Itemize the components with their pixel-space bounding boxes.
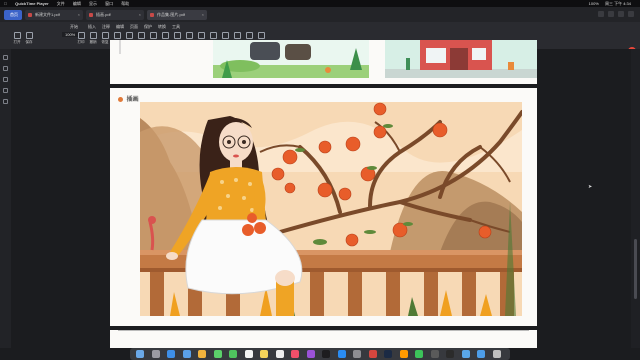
menu-item-view[interactable]: 显示 <box>89 0 97 7</box>
tv-icon[interactable] <box>322 350 330 358</box>
document-page <box>110 330 537 348</box>
ribbon-tabs: 开始 插入 注释 编辑 页面 保护 转换 工具 <box>0 22 640 31</box>
reminders-icon[interactable] <box>275 350 284 358</box>
tool-button[interactable]: 保存 <box>18 31 40 48</box>
pdf-icon <box>89 13 93 17</box>
cartoon-garden-image <box>213 40 369 78</box>
system-menubar:  QuickTime Player 文件 编辑 显示 窗口 帮助 100% 周… <box>0 0 640 7</box>
app-store-icon[interactable] <box>337 350 346 358</box>
menu-item-help[interactable]: 帮助 <box>121 0 129 7</box>
podcasts-icon[interactable] <box>306 350 315 358</box>
attachment-icon[interactable] <box>3 99 8 104</box>
tool-icon <box>257 32 265 39</box>
bullet-icon <box>118 96 123 102</box>
pdf-icon <box>150 13 154 17</box>
document-page: 插画 <box>110 88 537 326</box>
folder-icon[interactable] <box>461 350 470 358</box>
ribbon-tab-tools[interactable]: 工具 <box>172 22 180 31</box>
ribbon-tab-home[interactable]: 开始 <box>70 22 78 31</box>
tab-document-3[interactable]: 作品集-图片.pdf × <box>147 10 207 20</box>
document-page <box>110 40 537 84</box>
bookmark-icon[interactable] <box>3 66 8 71</box>
downloads-icon[interactable] <box>477 350 485 358</box>
tab-document-1[interactable]: 新建文件1.pdf × <box>25 10 83 20</box>
pdf-reader-icon[interactable] <box>368 350 377 358</box>
minimize-icon[interactable] <box>618 11 624 17</box>
tool-icon <box>25 32 33 39</box>
scrollbar-thumb[interactable] <box>634 239 637 299</box>
girl-persimmon-illustration <box>140 102 522 316</box>
launchpad-icon[interactable] <box>151 350 160 358</box>
document-tab-bar: 首页 新建文件1.pdf × 插画.pdf × 作品集-图片.pdf × <box>0 7 640 22</box>
ribbon-tab-page[interactable]: 页面 <box>130 22 138 31</box>
notes-icon[interactable] <box>260 350 268 358</box>
clock[interactable]: 周三 下午 4:34 <box>605 0 631 7</box>
pdf-icon <box>28 13 32 17</box>
page-illustrations <box>119 40 537 78</box>
ribbon-tab-edit[interactable]: 编辑 <box>116 22 124 31</box>
close-icon[interactable]: × <box>202 10 204 20</box>
close-icon[interactable]: × <box>78 10 80 20</box>
menu-item-window[interactable]: 窗口 <box>105 0 113 7</box>
vertical-scrollbar[interactable] <box>631 49 640 348</box>
photos-icon[interactable] <box>198 350 206 358</box>
ribbon-tab-convert[interactable]: 转换 <box>158 22 166 31</box>
close-window-icon[interactable] <box>628 11 634 17</box>
mouse-cursor: ➤ <box>588 184 593 190</box>
app-name-menu[interactable]: QuickTime Player <box>15 0 49 7</box>
illustration-art <box>140 102 522 316</box>
messages-icon[interactable] <box>213 350 222 358</box>
tab-label: 插画.pdf <box>96 12 111 17</box>
facetime-icon[interactable] <box>229 350 237 358</box>
ribbon-tab-protect[interactable]: 保护 <box>144 22 152 31</box>
tab-label: 作品集-图片.pdf <box>157 12 186 17</box>
ribbon-tab-comment[interactable]: 注释 <box>102 22 110 31</box>
finder-icon[interactable] <box>136 350 144 358</box>
user-icon[interactable] <box>608 11 614 17</box>
wechat-icon[interactable] <box>415 350 423 358</box>
calendar-icon[interactable] <box>244 350 253 358</box>
status-area: 100% 周三 下午 4:34 <box>589 0 636 7</box>
zoom-value[interactable]: 100% <box>62 32 79 37</box>
tool-label: 保存 <box>25 40 33 44</box>
cartoon-shop-image <box>385 40 537 78</box>
tab-label: 首页 <box>10 12 18 17</box>
photoshop-icon[interactable] <box>384 350 392 358</box>
menu-item-edit[interactable]: 编辑 <box>73 0 81 7</box>
macos-dock <box>130 348 510 360</box>
safari-icon[interactable] <box>167 350 175 358</box>
comment-icon[interactable] <box>3 77 8 82</box>
ribbon-tab-insert[interactable]: 插入 <box>88 22 96 31</box>
settings-icon[interactable] <box>353 350 361 358</box>
mail-icon[interactable] <box>182 350 191 358</box>
menu-item-file[interactable]: 文件 <box>57 0 65 7</box>
tab-document-2[interactable]: 插画.pdf × <box>86 10 144 20</box>
battery-status[interactable]: 100% <box>589 0 599 7</box>
section-heading: 插画 <box>118 94 139 103</box>
close-icon[interactable]: × <box>139 10 141 20</box>
tab-label: 新建文件1.pdf <box>35 12 60 17</box>
thumbnail-icon[interactable] <box>3 55 8 60</box>
trash-icon[interactable] <box>492 350 501 358</box>
section-title-text: 插画 <box>126 97 139 103</box>
search-icon[interactable] <box>3 88 8 93</box>
music-icon[interactable] <box>291 350 299 358</box>
illustrator-icon[interactable] <box>399 350 408 358</box>
apple-icon[interactable]:  <box>4 0 7 7</box>
quicktime-icon[interactable] <box>430 350 439 358</box>
search-icon[interactable] <box>598 11 604 17</box>
tab-home[interactable]: 首页 <box>4 10 22 20</box>
terminal-icon[interactable] <box>446 350 454 358</box>
